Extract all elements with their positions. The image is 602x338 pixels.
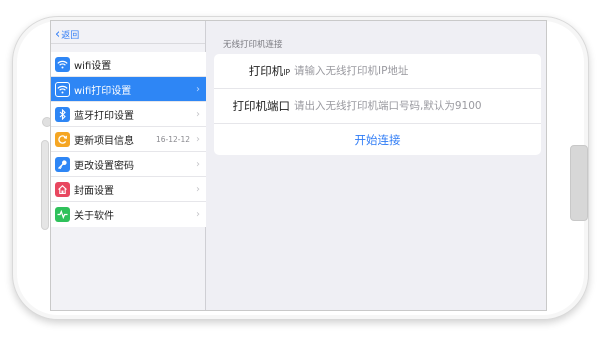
back-label: 返回: [61, 30, 80, 41]
chevron-left-icon: ‹: [55, 26, 61, 42]
sidebar-item-change-password[interactable]: 更改设置密码 ›: [51, 152, 206, 177]
sidebar-item-label: wifi打印设置: [74, 85, 132, 97]
printer-ip-input[interactable]: [294, 65, 524, 77]
port-label: 打印机端口: [232, 99, 291, 113]
main-panel: 无线打印机连接 打印机IP 打印机端口 开始连接: [207, 21, 546, 310]
back-button[interactable]: ‹ 返回: [55, 26, 79, 42]
sidebar-item-label: 更改设置密码: [74, 160, 134, 172]
wifi-icon: [55, 81, 70, 97]
printer-connection-card: 打印机IP 打印机端口 开始连接: [214, 54, 541, 155]
home-icon: [55, 181, 70, 197]
sidebar-item-update-project-info[interactable]: 更新项目信息 16-12-12 ›: [51, 127, 206, 152]
sidebar-item-wifi-settings[interactable]: wifi设置: [51, 52, 206, 77]
chevron-right-icon: ›: [196, 209, 200, 220]
sidebar-item-cover-settings[interactable]: 封面设置 ›: [51, 177, 206, 202]
app-screen: ‹ 返回 wifi设置 wifi打印设置 › 蓝牙打印设置 › 更新项目信息 1…: [50, 20, 547, 311]
sidebar-item-label: 蓝牙打印设置: [74, 110, 134, 122]
chevron-right-icon: ›: [196, 83, 200, 95]
sidebar-item-label: 更新项目信息: [74, 135, 134, 147]
update-date: 16-12-12: [155, 134, 190, 144]
chevron-right-icon: ›: [196, 183, 200, 195]
port-row: 打印机端口: [214, 89, 541, 124]
sidebar: ‹ 返回 wifi设置 wifi打印设置 › 蓝牙打印设置 › 更新项目信息 1…: [51, 21, 206, 310]
printer-port-input[interactable]: [294, 100, 524, 112]
sidebar-item-label: 封面设置: [74, 185, 114, 197]
chevron-right-icon: ›: [196, 133, 200, 145]
sidebar-item-label: 关于软件: [74, 211, 114, 222]
ip-row: 打印机IP: [214, 54, 541, 89]
sidebar-item-bluetooth-print-settings[interactable]: 蓝牙打印设置 ›: [51, 102, 206, 127]
key-icon: [55, 156, 70, 172]
section-title: 无线打印机连接: [223, 40, 283, 50]
home-button[interactable]: [570, 145, 588, 221]
divider: [51, 43, 205, 44]
side-slot: [41, 140, 49, 230]
ip-label: 打印机IP: [248, 64, 290, 78]
bluetooth-icon: [55, 106, 70, 122]
settings-menu: wifi设置 wifi打印设置 › 蓝牙打印设置 › 更新项目信息 16-12-…: [51, 52, 206, 227]
sidebar-item-label: wifi设置: [74, 60, 112, 72]
refresh-icon: [55, 131, 70, 147]
sidebar-item-about-software[interactable]: 关于软件 ›: [51, 202, 206, 227]
chevron-right-icon: ›: [196, 108, 200, 120]
sidebar-item-wifi-print-settings[interactable]: wifi打印设置 ›: [51, 77, 206, 102]
pulse-icon: [55, 207, 70, 222]
chevron-right-icon: ›: [196, 158, 200, 170]
start-connect-button[interactable]: 开始连接: [214, 124, 541, 155]
wifi-icon: [55, 56, 70, 72]
